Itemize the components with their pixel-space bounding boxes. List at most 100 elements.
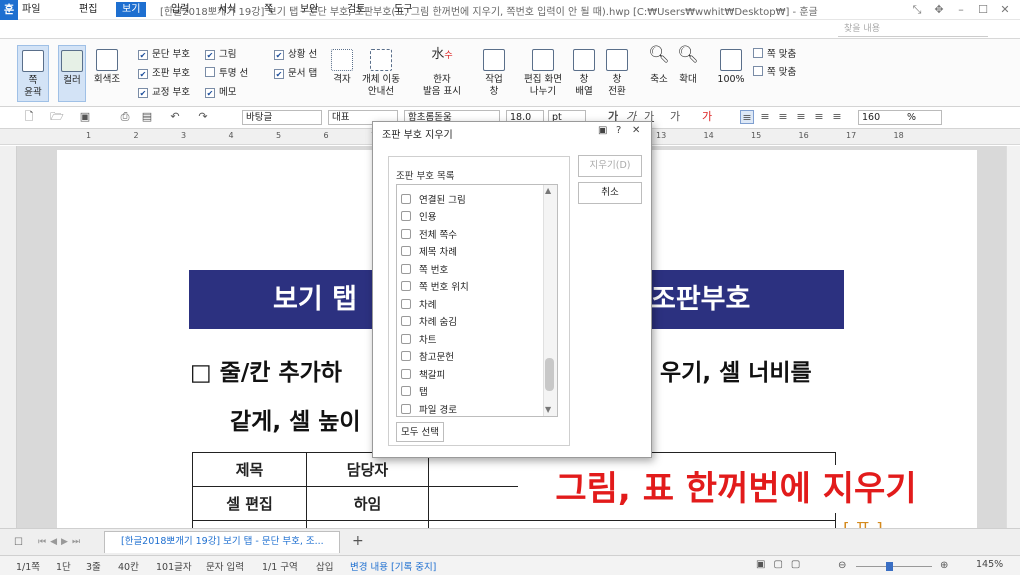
menu-format[interactable]: 서식 — [212, 2, 242, 17]
cancel-button[interactable]: 취소 — [578, 182, 642, 204]
select-all-button[interactable]: 모두 선택 — [396, 422, 444, 442]
font-color-icon[interactable]: 가 — [700, 110, 714, 124]
page-outline-button[interactable]: 쪽 윤곽 — [17, 45, 49, 102]
color-button[interactable]: 컬러 — [58, 45, 86, 102]
minimize-icon[interactable]: – — [950, 0, 972, 20]
window-arrange-button[interactable]: 창 배열 — [570, 45, 598, 98]
view-mode-icon[interactable]: ▣▢▢ — [756, 559, 808, 570]
strike-icon[interactable]: 가 — [668, 110, 682, 124]
menu-file[interactable]: 파일 — [16, 2, 46, 17]
scroll-down-icon[interactable]: ▼ — [545, 405, 551, 414]
zoom-unit-select[interactable]: % — [904, 110, 942, 125]
status-mode[interactable]: 문자 입력 — [206, 559, 244, 573]
align-split-icon[interactable]: ≡ — [830, 110, 844, 124]
zoom-out-button[interactable]: 🔍︎ 축소 — [646, 45, 672, 86]
tab-nav-icon[interactable]: ⏮◀▶⏭ — [38, 537, 84, 547]
doc-tab-checkbox[interactable]: ✔ 문서 탭 — [274, 67, 317, 81]
preview-icon[interactable]: ▤ — [140, 110, 154, 124]
fit-page-button[interactable]: 쪽 맞춤 — [753, 48, 796, 62]
zoom-input[interactable]: 160 — [858, 110, 908, 125]
color-icon — [61, 50, 83, 72]
search-input[interactable]: 찾을 내용 — [838, 22, 988, 37]
list-item[interactable]: 연결된 그림 — [401, 192, 466, 209]
control-code-checkbox[interactable]: ✔ 조판 부호 — [138, 67, 190, 81]
table-cell[interactable]: 하임 — [306, 486, 429, 521]
save-icon[interactable]: ▣ — [78, 110, 92, 124]
hanja-pron-button[interactable]: 水수 한자 발음 표시 — [418, 45, 466, 98]
zoom-plus-icon[interactable]: ⊕ — [940, 560, 948, 571]
dialog-close-icon[interactable]: ✕ — [632, 125, 640, 136]
ribbon-toggle-icon[interactable]: ⤡ — [906, 0, 928, 20]
menu-view[interactable]: 보기 — [116, 2, 147, 17]
object-guide-button[interactable]: 개체 이동 안내선 — [358, 45, 404, 98]
menu-security[interactable]: 보안 — [294, 2, 324, 17]
align-center-icon[interactable]: ≡ — [776, 110, 790, 124]
window-switch-button[interactable]: 창 전환 — [603, 45, 631, 98]
list-item[interactable]: 책갈피 — [401, 367, 445, 384]
list-item[interactable]: 차트 — [401, 332, 436, 349]
list-scroll-thumb[interactable] — [545, 358, 554, 391]
close-icon[interactable]: ✕ — [994, 0, 1016, 20]
zoom-100-button[interactable]: 100% — [716, 45, 746, 86]
menu-insert[interactable]: 입력 — [165, 2, 195, 17]
table-cell[interactable]: 셀 편집 — [192, 486, 307, 521]
list-item[interactable]: 쪽 번호 위치 — [401, 279, 469, 296]
align-distribute-icon[interactable]: ≡ — [812, 110, 826, 124]
split-edit-button[interactable]: 편집 화면 나누기 — [520, 45, 566, 98]
list-item[interactable]: 쪽 번호 — [401, 262, 448, 279]
status-line-checkbox[interactable]: ✔ 상황 선 — [274, 48, 317, 62]
align-justify-icon[interactable]: ≡ — [740, 110, 754, 124]
dialog-settings-icon[interactable]: ▣ — [598, 125, 607, 136]
proof-mark-checkbox[interactable]: ✔ 교정 부호 — [138, 86, 190, 100]
menu-page[interactable]: 쪽 — [258, 2, 279, 17]
vertical-scrollbar[interactable] — [1006, 146, 1020, 528]
style-select[interactable]: 바탕글 — [242, 110, 322, 125]
scroll-up-icon[interactable]: ▲ — [545, 186, 551, 195]
remove-button[interactable]: 지우기(D) — [578, 155, 642, 177]
align-right-icon[interactable]: ≡ — [794, 110, 808, 124]
zoom-minus-icon[interactable]: ⊖ — [838, 560, 846, 571]
tab-list-icon[interactable]: ☐ — [14, 537, 23, 548]
maximize-icon[interactable]: ☐ — [972, 0, 994, 20]
grid-button[interactable]: 격자 — [328, 45, 356, 86]
transparent-line-checkbox[interactable]: 투명 선 — [205, 67, 248, 81]
body-line-2[interactable]: 같게, 셀 높이 — [230, 402, 361, 436]
open-folder-icon[interactable]: 🗁 — [50, 110, 64, 124]
picture-checkbox[interactable]: ✔ 그림 — [205, 48, 248, 62]
align-left-icon[interactable]: ≡ — [758, 110, 772, 124]
list-item[interactable]: 탭 — [401, 384, 428, 401]
list-item[interactable]: 참고문헌 — [401, 349, 454, 366]
help-icon[interactable]: ✥ — [928, 0, 950, 20]
undo-icon[interactable]: ↶ — [168, 110, 182, 124]
dialog-help-icon[interactable]: ? — [616, 125, 621, 136]
add-tab-button[interactable]: + — [352, 533, 364, 549]
body-line-1-right[interactable]: 우기, 셀 너비를 — [660, 353, 812, 387]
zoom-slider[interactable] — [856, 566, 932, 567]
menu-tools[interactable]: 도구 — [388, 2, 418, 17]
control-code-list[interactable]: 연결된 그림 인용 전체 쪽수 제목 차례 쪽 번호 쪽 번호 위치 차례 차례… — [396, 184, 558, 417]
ruler-number: 14 — [703, 131, 714, 140]
list-item[interactable]: 전체 쪽수 — [401, 227, 457, 244]
fit-width-button[interactable]: 쪽 맞춤 — [753, 66, 796, 80]
table-cell[interactable]: 제목 — [192, 452, 307, 487]
new-doc-icon[interactable]: 🗋 — [22, 110, 36, 124]
status-track[interactable]: 변경 내용 [기록 중지] — [350, 559, 436, 573]
body-line-1-left[interactable]: □ 줄/칸 추가하 — [190, 353, 342, 387]
grayscale-button[interactable]: 회색조 — [90, 45, 124, 102]
print-icon[interactable]: ⎙ — [118, 110, 132, 124]
list-item[interactable]: 인용 — [401, 209, 436, 226]
menu-edit[interactable]: 편집 — [73, 2, 103, 17]
paragraph-mark-checkbox[interactable]: ✔ 문단 부호 — [138, 48, 190, 62]
menu-review[interactable]: 검토 — [341, 2, 371, 17]
list-item[interactable]: 차례 — [401, 297, 436, 314]
work-window-button[interactable]: 작업 창 — [480, 45, 508, 98]
list-item[interactable]: 파일 경로 — [401, 402, 457, 416]
list-item[interactable]: 차례 숨김 — [401, 314, 457, 331]
tab-document[interactable]: [한글2018뽀개기 19강] 보기 탭 - 문단 부호, 조... — [104, 531, 340, 553]
status-insert[interactable]: 삽입 — [316, 559, 333, 573]
redo-icon[interactable]: ↷ — [196, 110, 210, 124]
list-item[interactable]: 제목 차례 — [401, 244, 457, 261]
zoom-slider-thumb[interactable] — [886, 562, 893, 571]
zoom-in-button[interactable]: 🔍︎ 확대 — [675, 45, 701, 86]
memo-checkbox[interactable]: ✔ 메모 — [205, 86, 248, 100]
